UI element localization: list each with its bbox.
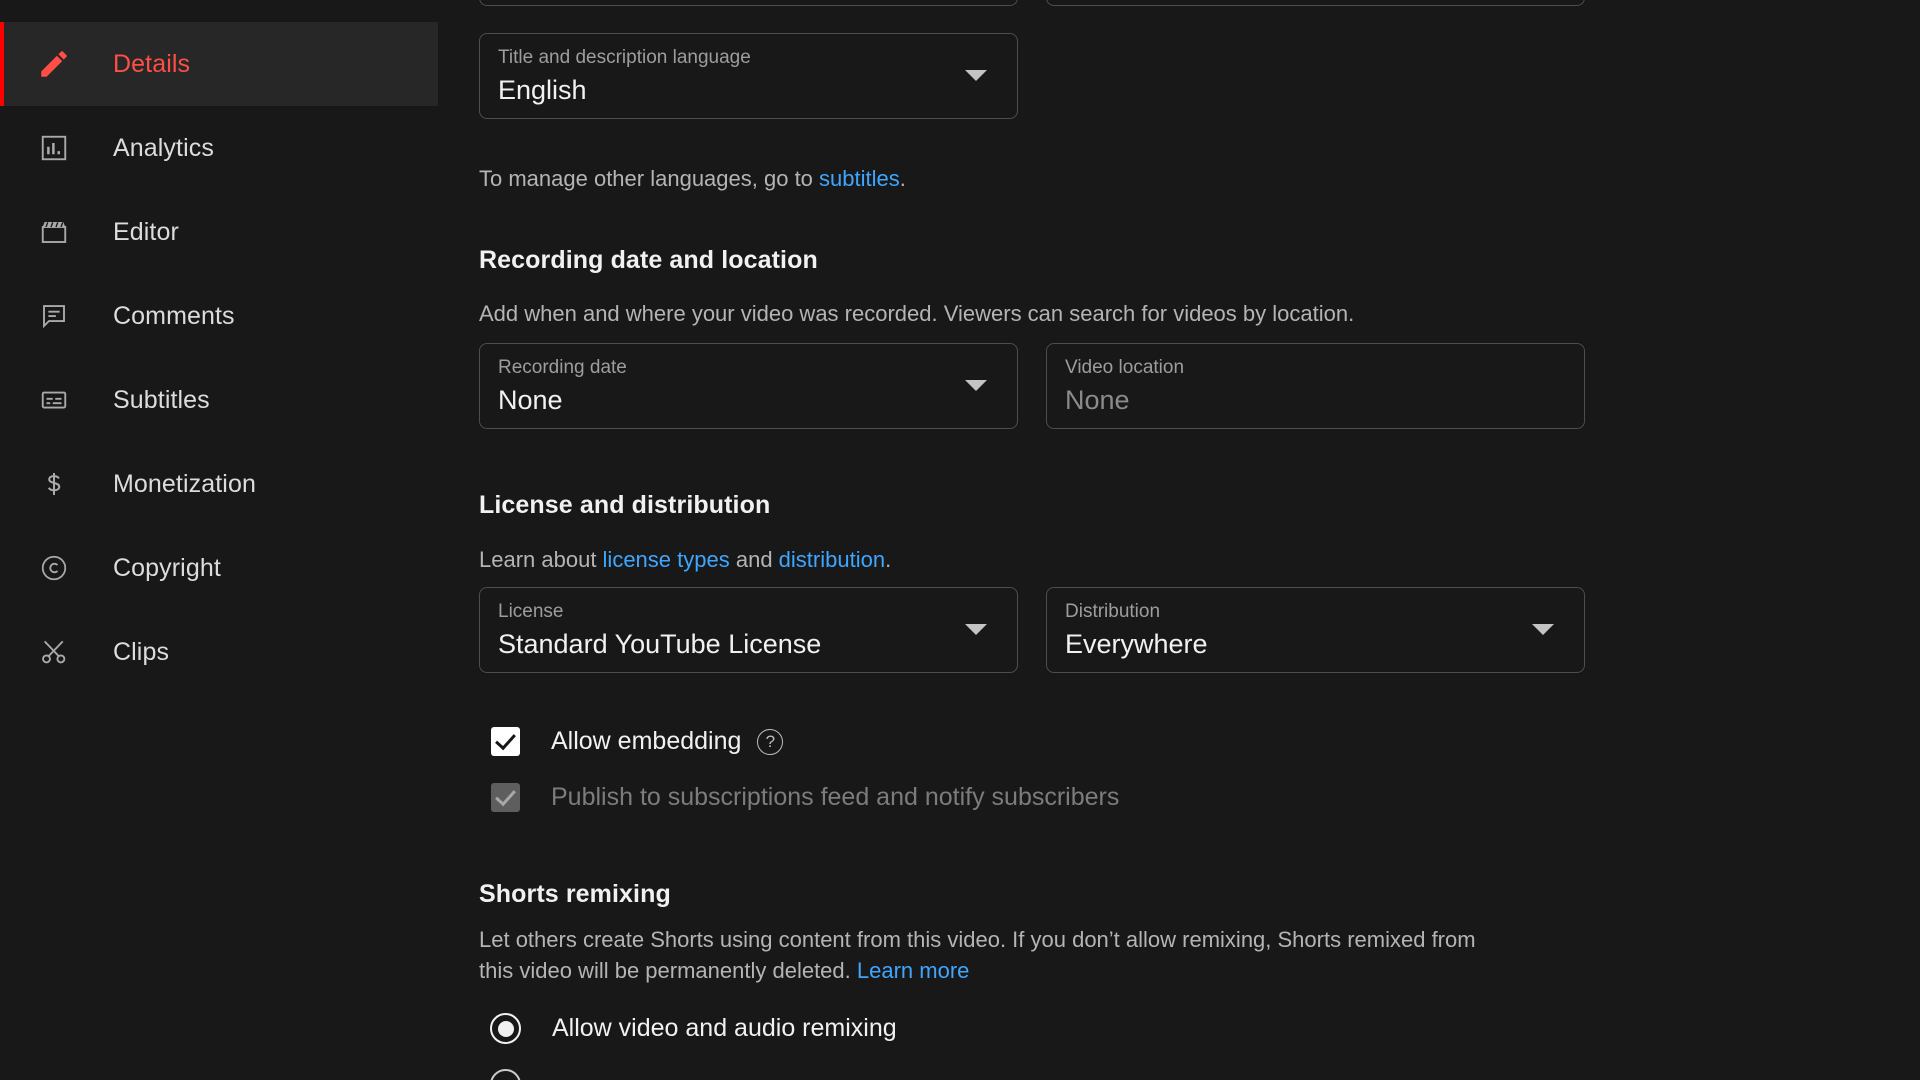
sidebar-item-editor[interactable]: Editor bbox=[0, 190, 438, 274]
sidebar-item-label: Details bbox=[113, 49, 191, 78]
field-value: English bbox=[498, 74, 587, 105]
field-placeholder: None bbox=[1065, 384, 1130, 415]
clipped-field-right[interactable] bbox=[1046, 0, 1585, 6]
sidebar-item-label: Analytics bbox=[113, 133, 214, 162]
sidebar-item-label: Clips bbox=[113, 637, 170, 666]
recording-fields-row: Recording date None Video location None bbox=[479, 343, 1585, 429]
license-fields-row: License Standard YouTube License Distrib… bbox=[479, 587, 1585, 673]
sidebar-item-comments[interactable]: Comments bbox=[0, 274, 438, 358]
video-location-input[interactable]: Video location None bbox=[1046, 343, 1585, 429]
license-section-title: License and distribution bbox=[479, 491, 771, 519]
allow-embedding-label: Allow embedding bbox=[551, 727, 742, 755]
details-form: Title and description language English T… bbox=[438, 0, 1920, 1080]
help-circle-icon[interactable]: ? bbox=[757, 728, 784, 755]
sidebar-item-monetization[interactable]: Monetization bbox=[0, 442, 438, 526]
sidebar-item-copyright[interactable]: Copyright bbox=[0, 526, 438, 610]
subtitles-icon bbox=[34, 380, 74, 420]
radio-unselected-icon[interactable] bbox=[490, 1069, 521, 1080]
license-section-description: Learn about license types and distributi… bbox=[479, 545, 891, 575]
distribution-dropdown[interactable]: Distribution Everywhere bbox=[1046, 587, 1585, 673]
clapperboard-icon bbox=[34, 212, 74, 252]
field-label: Title and description language bbox=[498, 47, 751, 68]
allow-remixing-label: Allow video and audio remixing bbox=[552, 1014, 897, 1042]
shorts-section-title: Shorts remixing bbox=[479, 880, 671, 908]
recording-section-title: Recording date and location bbox=[479, 246, 818, 274]
subtitles-link[interactable]: subtitles bbox=[819, 166, 900, 191]
field-label: Video location bbox=[1065, 357, 1185, 378]
pencil-icon bbox=[34, 44, 74, 84]
checkbox-checked-icon[interactable] bbox=[491, 727, 520, 756]
second-remixing-radio-row-clipped[interactable] bbox=[490, 1069, 521, 1080]
sidebar-item-label: Monetization bbox=[113, 469, 256, 498]
recording-section-description: Add when and where your video was record… bbox=[479, 301, 1355, 326]
video-sidebar-nav: Details Analytics Editor Comments Subtit bbox=[0, 0, 438, 1080]
license-desc-suffix: . bbox=[885, 547, 892, 572]
allow-embedding-checkbox-row[interactable]: Allow embedding ? bbox=[491, 727, 784, 756]
helper-suffix: . bbox=[899, 166, 906, 191]
youtube-studio-video-details-page: Details Analytics Editor Comments Subtit bbox=[0, 0, 1920, 1080]
license-types-link[interactable]: license types bbox=[603, 547, 730, 572]
title-description-language-dropdown[interactable]: Title and description language English bbox=[479, 33, 1018, 119]
scissors-icon bbox=[34, 632, 74, 672]
chevron-down-icon bbox=[965, 70, 987, 81]
language-helper-text: To manage other languages, go to subtitl… bbox=[479, 166, 906, 192]
sidebar-item-label: Comments bbox=[113, 301, 235, 330]
field-label: Recording date bbox=[498, 357, 627, 378]
clipped-fields-row bbox=[479, 0, 1585, 6]
sidebar-item-label: Subtitles bbox=[113, 385, 210, 414]
helper-prefix: To manage other languages, go to bbox=[479, 166, 820, 191]
sidebar-item-label: Editor bbox=[113, 217, 179, 246]
license-desc-prefix: Learn about bbox=[479, 547, 603, 572]
dollar-icon bbox=[34, 464, 74, 504]
learn-more-link[interactable]: Learn more bbox=[857, 958, 970, 983]
sidebar-item-subtitles[interactable]: Subtitles bbox=[0, 358, 438, 442]
copyright-icon bbox=[34, 548, 74, 588]
shorts-section-description: Let others create Shorts using content f… bbox=[479, 924, 1484, 986]
clipped-field-left[interactable] bbox=[479, 0, 1018, 6]
publish-subscriptions-label: Publish to subscriptions feed and notify… bbox=[551, 783, 1120, 811]
allow-remixing-radio-row[interactable]: Allow video and audio remixing bbox=[490, 1013, 897, 1044]
recording-date-dropdown[interactable]: Recording date None bbox=[479, 343, 1018, 429]
sidebar-item-details[interactable]: Details bbox=[0, 22, 438, 106]
sidebar-item-clips[interactable]: Clips bbox=[0, 610, 438, 694]
distribution-link[interactable]: distribution bbox=[779, 547, 885, 572]
radio-selected-icon[interactable] bbox=[490, 1013, 521, 1044]
license-dropdown[interactable]: License Standard YouTube License bbox=[479, 587, 1018, 673]
chevron-down-icon bbox=[1532, 624, 1554, 635]
sidebar-item-analytics[interactable]: Analytics bbox=[0, 106, 438, 190]
comment-icon bbox=[34, 296, 74, 336]
shorts-desc-text: Let others create Shorts using content f… bbox=[479, 927, 1476, 984]
publish-subscriptions-checkbox-row: Publish to subscriptions feed and notify… bbox=[491, 783, 1119, 812]
analytics-icon bbox=[34, 128, 74, 168]
field-value: Everywhere bbox=[1065, 628, 1208, 659]
chevron-down-icon bbox=[965, 380, 987, 391]
chevron-down-icon bbox=[965, 624, 987, 635]
checkbox-checked-disabled-icon bbox=[491, 783, 520, 812]
field-value: Standard YouTube License bbox=[498, 628, 822, 659]
sidebar-item-label: Copyright bbox=[113, 553, 221, 582]
field-value: None bbox=[498, 384, 563, 415]
field-label: Distribution bbox=[1065, 601, 1161, 622]
field-label: License bbox=[498, 601, 564, 622]
license-desc-middle: and bbox=[729, 547, 779, 572]
